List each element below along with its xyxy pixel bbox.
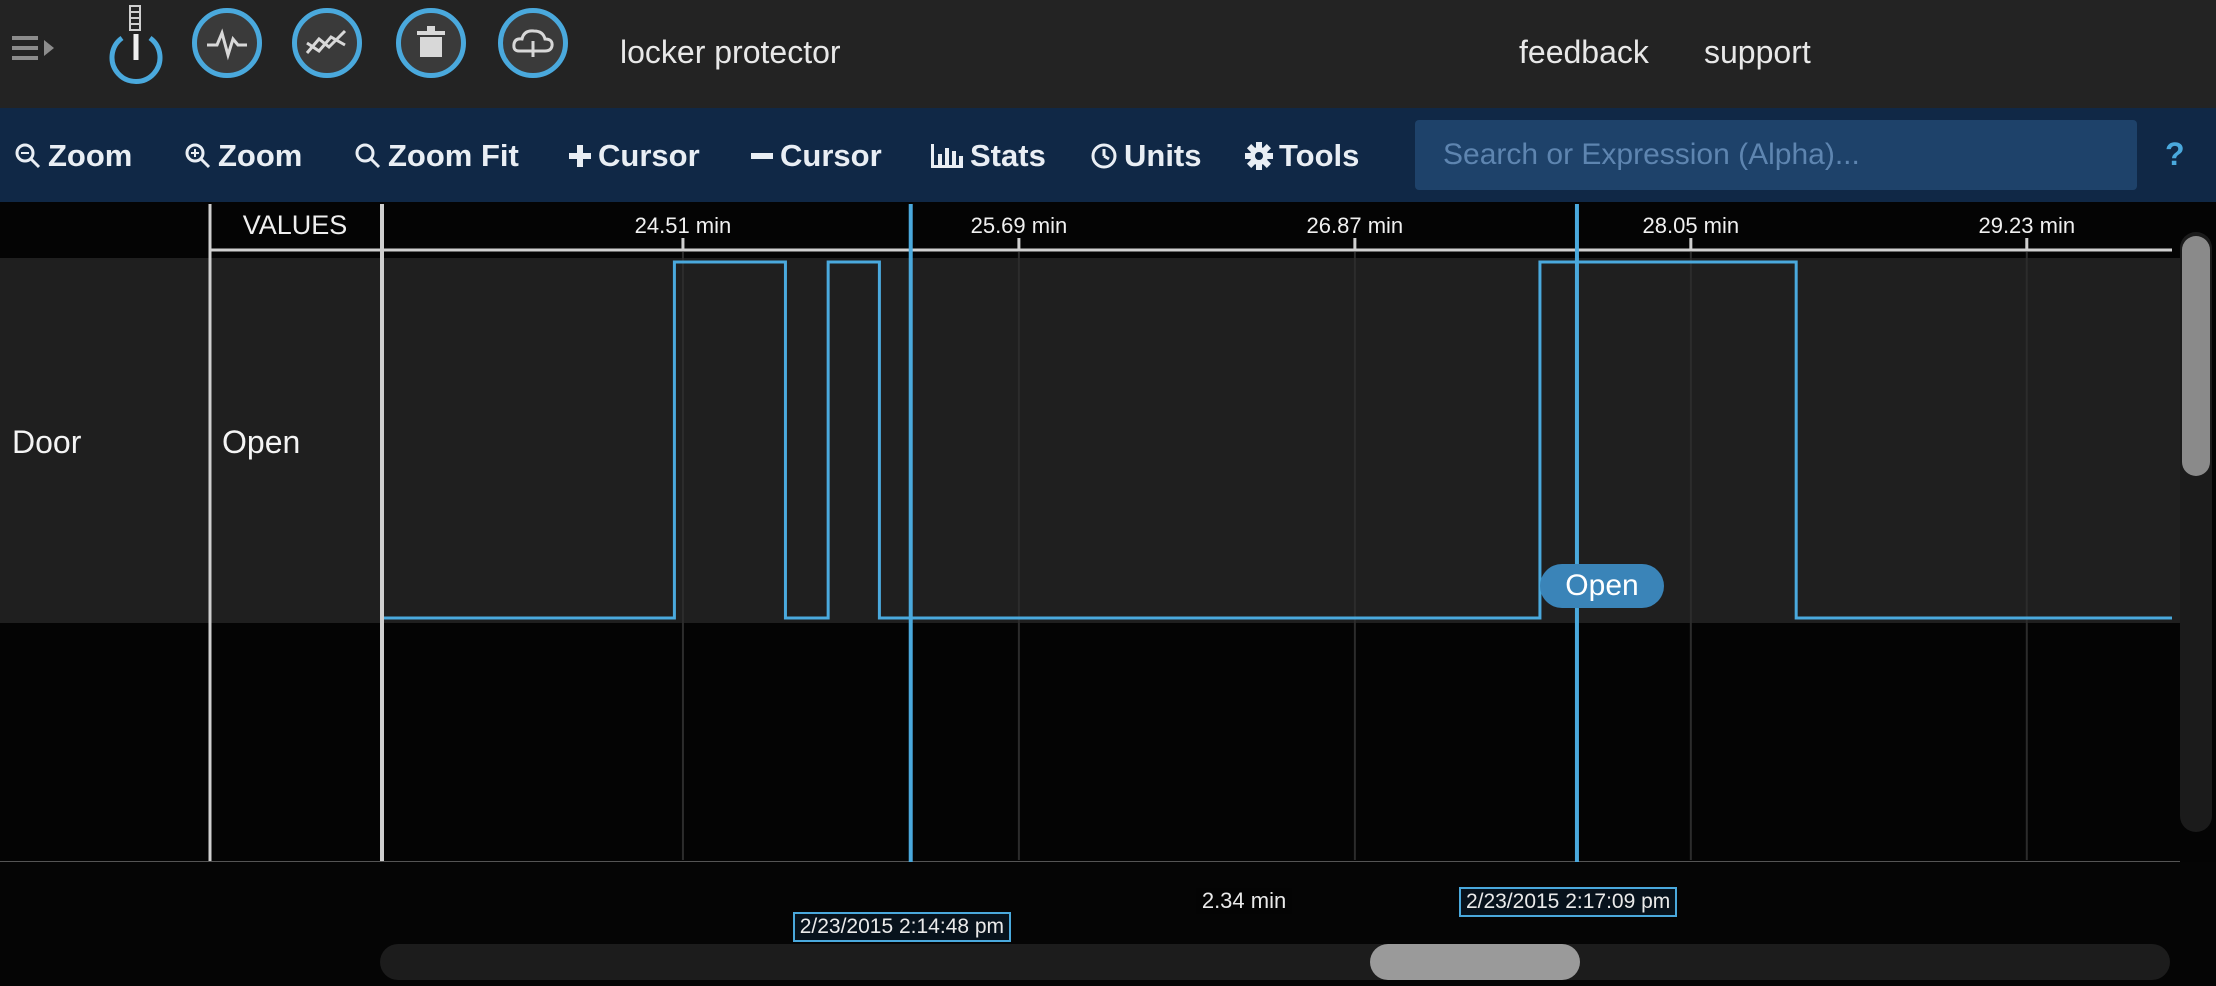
horizontal-scrollbar[interactable] bbox=[380, 944, 2170, 980]
search-icon bbox=[355, 143, 381, 169]
plus-icon bbox=[569, 145, 591, 167]
trash-icon[interactable] bbox=[396, 8, 466, 78]
zoom-in-button[interactable]: Zoom bbox=[184, 136, 302, 176]
tools-button[interactable]: Tools bbox=[1245, 136, 1359, 176]
clock-icon bbox=[1091, 143, 1117, 169]
power-icon[interactable] bbox=[104, 4, 168, 84]
tools-label: Tools bbox=[1279, 138, 1360, 173]
door-signal-trace bbox=[384, 260, 2172, 620]
trend-icon[interactable] bbox=[292, 8, 362, 78]
zoom-out-icon bbox=[15, 143, 41, 169]
cloud-icon[interactable] bbox=[498, 8, 568, 78]
cursor-timestamp-label: 2/23/2015 2:17:09 pm bbox=[1458, 887, 1678, 917]
x-axis-tick-label: 25.69 min bbox=[970, 213, 1068, 238]
zoom-in-icon bbox=[185, 143, 211, 169]
menu-toggle-icon[interactable] bbox=[10, 30, 60, 66]
x-axis-tick-label: 28.05 min bbox=[1642, 213, 1740, 238]
zoom-in-label: Zoom bbox=[218, 138, 303, 173]
vertical-scrollbar-thumb[interactable] bbox=[2182, 236, 2210, 476]
remove-cursor-label: Cursor bbox=[780, 138, 882, 173]
x-axis-tick-label: 24.51 min bbox=[634, 213, 732, 238]
minus-icon bbox=[751, 153, 773, 159]
stats-label: Stats bbox=[970, 138, 1046, 173]
remove-cursor-button[interactable]: Cursor bbox=[750, 136, 882, 176]
gear-icon bbox=[1245, 142, 1273, 170]
units-label: Units bbox=[1124, 138, 1202, 173]
zoom-fit-button[interactable]: Zoom Fit bbox=[354, 136, 519, 176]
support-link[interactable]: support bbox=[1704, 34, 1811, 71]
app-title: locker protector bbox=[620, 34, 841, 70]
add-cursor-button[interactable]: Cursor bbox=[568, 136, 700, 176]
x-axis-tick-label: 26.87 min bbox=[1306, 213, 1404, 238]
zoom-fit-label: Zoom Fit bbox=[388, 138, 519, 173]
bar-chart-icon bbox=[931, 144, 963, 168]
stats-button[interactable]: Stats bbox=[930, 136, 1046, 176]
zoom-out-button[interactable]: Zoom bbox=[14, 136, 132, 176]
feedback-link[interactable]: feedback bbox=[1519, 34, 1649, 71]
horizontal-scrollbar-thumb[interactable] bbox=[1370, 944, 1580, 980]
help-button[interactable]: ? bbox=[2165, 136, 2185, 173]
pulse-icon[interactable] bbox=[192, 8, 262, 78]
add-cursor-label: Cursor bbox=[598, 138, 700, 173]
cursor-delta-label: 2.34 min bbox=[1195, 888, 1293, 914]
search-input[interactable] bbox=[1415, 120, 2137, 190]
x-axis-tick-label: 29.23 min bbox=[1978, 213, 2076, 238]
units-button[interactable]: Units bbox=[1090, 136, 1202, 176]
zoom-out-label: Zoom bbox=[48, 138, 133, 173]
chart-svg bbox=[0, 204, 2180, 862]
cursor-timestamp-label: 2/23/2015 2:14:48 pm bbox=[792, 912, 1012, 942]
hover-value-badge: Open bbox=[1540, 564, 1664, 608]
